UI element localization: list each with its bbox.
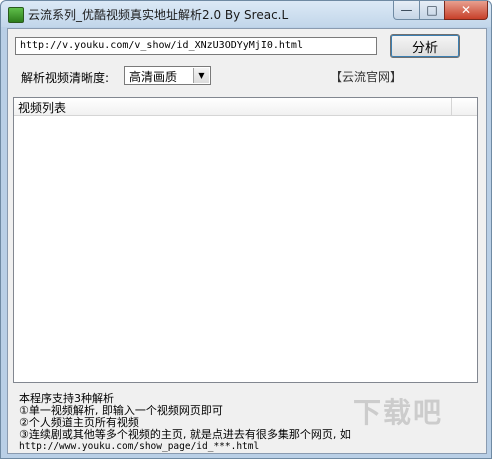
app-window: 云流系列_优酷视频真实地址解析2.0 By Sreac.L — □ ✕ http… bbox=[0, 0, 492, 459]
app-icon bbox=[8, 7, 24, 23]
chevron-down-icon[interactable]: ▼ bbox=[193, 68, 209, 83]
title-bar[interactable]: 云流系列_优酷视频真实地址解析2.0 By Sreac.L — □ ✕ bbox=[1, 1, 491, 27]
parse-button[interactable]: 分析 bbox=[390, 34, 460, 58]
url-input[interactable]: http://v.youku.com/v_show/id_XNzU3ODYyMj… bbox=[15, 37, 377, 55]
minimize-button[interactable]: — bbox=[393, 1, 420, 20]
official-site-link[interactable]: 【云流官网】 bbox=[330, 68, 402, 85]
quality-selected-value: 高清画质 bbox=[129, 70, 178, 84]
close-button[interactable]: ✕ bbox=[444, 1, 488, 20]
maximize-button[interactable]: □ bbox=[419, 1, 445, 20]
help-line: ③连续剧或其他等多个视频的主页, 就是点进去有很多集那个网页, 如 bbox=[19, 428, 351, 441]
quality-select[interactable]: 高清画质 ▼ bbox=[124, 66, 211, 85]
help-text: 本程序支持3种解析 ①单一视频解析, 即输入一个视频网页即可 ②个人频道主页所有… bbox=[19, 393, 351, 453]
help-example-url: http://www.youku.com/show_page/id_***.ht… bbox=[19, 441, 260, 452]
quality-label: 解析视频清晰度: bbox=[21, 71, 110, 85]
video-list[interactable]: 视频列表 bbox=[13, 97, 478, 383]
window-title: 云流系列_优酷视频真实地址解析2.0 By Sreac.L bbox=[28, 8, 289, 22]
watermark-logo: 下载吧 bbox=[353, 396, 444, 429]
column-divider[interactable] bbox=[451, 98, 452, 115]
list-header: 视频列表 bbox=[14, 98, 477, 116]
column-header-video-list[interactable]: 视频列表 bbox=[18, 99, 66, 116]
